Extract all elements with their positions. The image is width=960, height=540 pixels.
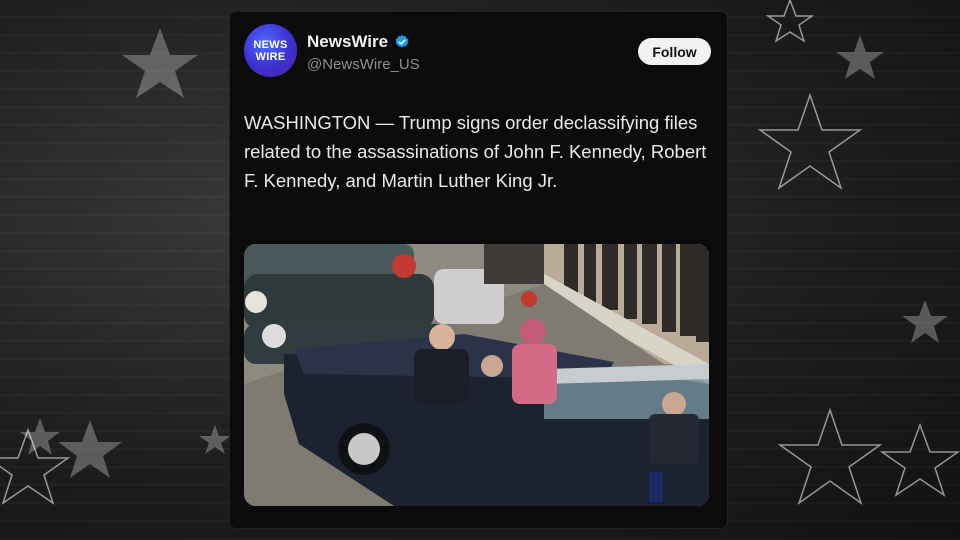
display-name[interactable]: NewsWire bbox=[307, 32, 388, 52]
display-name-row[interactable]: NewsWire bbox=[307, 32, 410, 52]
star-icon bbox=[757, 92, 863, 190]
avatar-text-line1: NEWS bbox=[253, 38, 288, 51]
star-icon bbox=[765, 0, 815, 43]
star-icon bbox=[902, 300, 948, 343]
star-icon bbox=[122, 28, 198, 98]
post-header: NEWS WIRE NewsWire @NewsWire_US Follow bbox=[244, 24, 711, 78]
motorcade-photo bbox=[244, 244, 709, 506]
post-card: NEWS WIRE NewsWire @NewsWire_US Follow W… bbox=[230, 12, 727, 528]
avatar[interactable]: NEWS WIRE bbox=[244, 24, 297, 77]
verified-badge-icon bbox=[395, 35, 409, 48]
post-image[interactable] bbox=[244, 244, 709, 506]
post-text: WASHINGTON — Trump signs order declassif… bbox=[244, 112, 707, 191]
star-icon bbox=[879, 422, 960, 497]
avatar-text-line2: WIRE bbox=[255, 50, 286, 63]
follow-button[interactable]: Follow bbox=[638, 38, 711, 65]
star-icon bbox=[836, 35, 884, 79]
star-icon bbox=[58, 420, 122, 478]
star-icon bbox=[20, 418, 60, 455]
star-icon bbox=[199, 425, 231, 454]
handle[interactable]: @NewsWire_US bbox=[307, 56, 420, 73]
star-icon bbox=[777, 407, 883, 505]
